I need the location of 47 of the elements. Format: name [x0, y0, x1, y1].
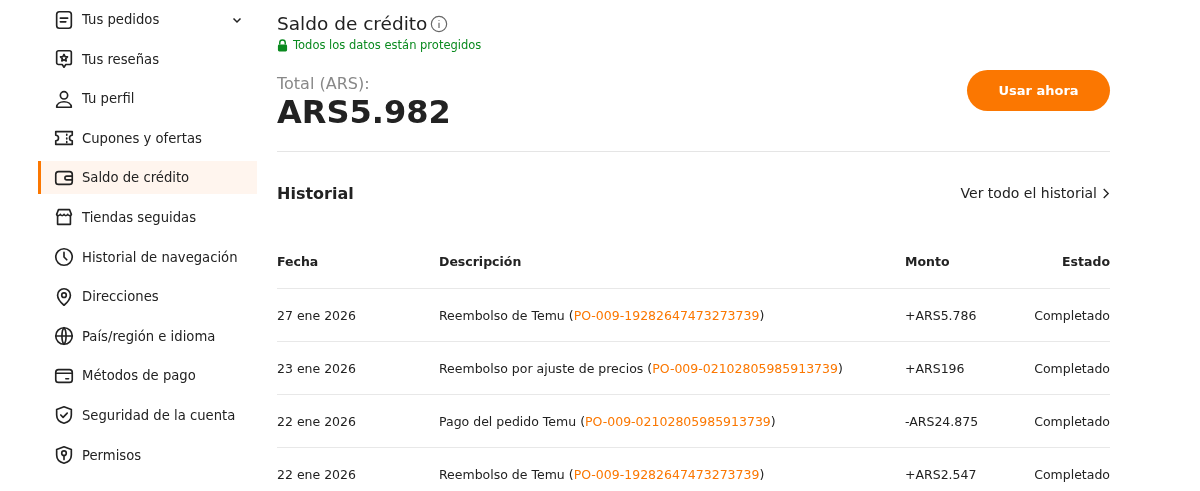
sidebar-item[interactable]: Direcciones	[38, 280, 257, 314]
status-cell-text: Completado	[1033, 360, 1110, 376]
column-header: Estado	[1061, 253, 1110, 269]
amount-cell-text: +ARS196	[905, 360, 966, 376]
chat-star-icon	[53, 48, 75, 71]
sidebar-item[interactable]: Métodos de pago	[38, 359, 257, 393]
sidebar-item[interactable]: Cupones y ofertas	[38, 121, 257, 155]
security-note: Todos los datos están protegidos	[293, 38, 482, 52]
info-icon[interactable]	[430, 14, 449, 33]
date-cell-text: 23 ene 2026	[277, 360, 357, 376]
description-cell: Reembolso de Temu (PO-009-19282647473273739)	[439, 466, 765, 482]
column-header: Descripción	[439, 253, 523, 269]
sidebar-item[interactable]: Permisos	[38, 438, 257, 472]
amount-cell-text: -ARS24.875	[905, 413, 980, 429]
description-cell: Reembolso por ajuste de precios (PO-009-02102805985913739)	[439, 360, 843, 376]
sidebar-item[interactable]: Tus pedidos	[38, 3, 257, 36]
shield-key-icon	[53, 444, 75, 467]
description-cell: Pago del pedido Temu (PO-009-02102805985913739)	[439, 413, 776, 429]
balance-amount: ARS5.982	[277, 93, 451, 132]
chevron-right-icon	[1101, 186, 1110, 200]
sidebar-item[interactable]: Tus reseñas	[38, 42, 257, 76]
date-cell-text: 22 ene 2026	[277, 466, 357, 482]
view-all-link[interactable]: Ver todo el historial	[960, 185, 1110, 202]
date-cell-text: 27 ene 2026	[277, 307, 357, 323]
globe-icon	[53, 325, 75, 348]
section-title: Historial	[277, 183, 354, 203]
sidebar-item[interactable]: Historial de navegación	[38, 240, 257, 274]
status-cell-text: Completado	[1033, 413, 1110, 429]
status-cell-text: Completado	[1033, 307, 1110, 323]
sidebar-item[interactable]: Tiendas seguidas	[38, 200, 257, 234]
list-icon	[53, 8, 75, 31]
amount-cell-text: +ARS5.786	[905, 307, 978, 323]
column-header: Monto	[905, 253, 951, 269]
description-cell: Reembolso de Temu (PO-009-19282647473273739)	[439, 307, 765, 323]
amount-cell-text: +ARS2.547	[905, 466, 978, 482]
column-header: Fecha	[277, 253, 320, 269]
sidebar-item[interactable]: País/región e idioma	[38, 319, 257, 353]
shield-check-icon	[53, 404, 75, 427]
sidebar-item[interactable]: Tu perfil	[38, 82, 257, 116]
sidebar-item[interactable]: Seguridad de la cuenta	[38, 398, 257, 432]
sidebar-item[interactable]: Saldo de crédito	[38, 161, 257, 195]
clock-icon	[53, 246, 75, 269]
total-label: Total (ARS):	[277, 74, 371, 93]
date-cell-text: 22 ene 2026	[277, 413, 357, 429]
status-cell-text: Completado	[1033, 466, 1110, 482]
lock-icon	[277, 38, 288, 52]
page-title: Saldo de crédito	[277, 13, 428, 34]
